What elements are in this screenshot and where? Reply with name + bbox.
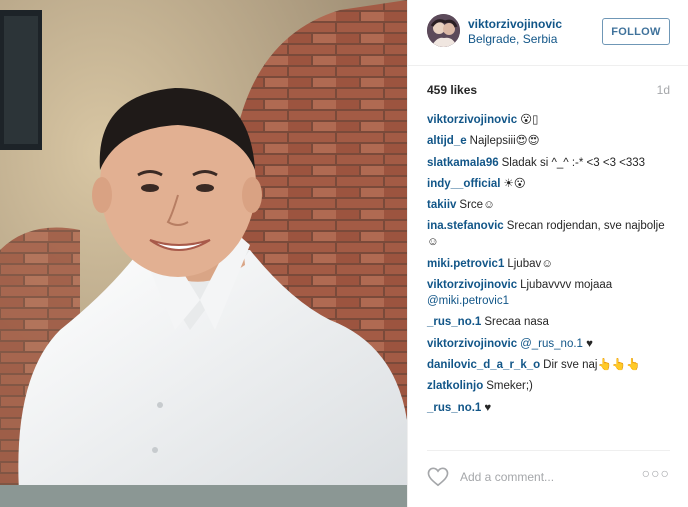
follow-button[interactable]: FOLLOW (602, 18, 670, 45)
comment-username[interactable]: _rus_no.1 (427, 316, 481, 328)
comment-text: Sladak si ^_^ :-* <3 <3 <333 (501, 156, 646, 169)
avatar-image (427, 14, 460, 47)
comment-username[interactable]: danilovic_d_a_r_k_o (427, 359, 540, 371)
post-age[interactable]: 1d (657, 83, 670, 97)
portrait-image (0, 0, 407, 507)
comment-mention[interactable]: @miki.petrovic1 (427, 295, 509, 307)
comment-mention[interactable]: @_rus_no.1 (520, 338, 583, 350)
comment-item: danilovic_d_a_r_k_o Dir sve naj👆👆👆 (427, 357, 672, 373)
comment-username[interactable]: altijd_e (427, 135, 467, 147)
photo-bottom-strip (0, 485, 407, 507)
comment-item: altijd_e Najlepsiii😍😍 (427, 133, 672, 149)
comment-text: Dir sve naj👆👆👆 (543, 358, 641, 371)
comment-text: Srecaa nasa (484, 316, 549, 329)
comment-text: Ljubavvvv mojaaa (520, 279, 613, 292)
comment-username[interactable]: viktorzivojinovic (427, 279, 517, 291)
comment-text: ♥ (484, 401, 492, 414)
comment-username[interactable]: slatkamala96 (427, 157, 499, 169)
comment-text: 😮▯ (520, 114, 539, 126)
comment-username[interactable]: zlatkolinjo (427, 380, 483, 392)
comment-username[interactable]: _rus_no.1 (427, 402, 481, 414)
comment-item: _rus_no.1 Srecaa nasa (427, 314, 672, 330)
post-location[interactable]: Belgrade, Serbia (468, 32, 557, 46)
comment-item: ina.stefanovic Srecan rodjendan, sve najb… (427, 218, 672, 250)
comment-username[interactable]: ina.stefanovic (427, 220, 504, 232)
comment-username[interactable]: indy__official (427, 178, 501, 190)
comment-text: Najlepsiii😍😍 (469, 135, 540, 148)
comment-text: Smeker;) (486, 380, 533, 393)
comment-item: viktorzivojinovic 😮▯ (427, 112, 672, 128)
comment-item: viktorzivojinovic Ljubavvvv mojaaa @miki.… (427, 277, 672, 309)
post-details-panel: viktorzivojinovic Belgrade, Serbia FOLLO… (407, 0, 688, 507)
comment-footer: ○○○ (427, 450, 670, 500)
comment-username[interactable]: viktorzivojinovic (427, 114, 517, 126)
comment-text: ☀😮 (503, 177, 526, 190)
post-stats: 459 likes 1d (427, 83, 670, 97)
comment-username[interactable]: miki.petrovic1 (427, 258, 504, 270)
post-header: viktorzivojinovic Belgrade, Serbia FOLLO… (408, 0, 688, 66)
comment-item: _rus_no.1 ♥ (427, 400, 672, 416)
comment-list: viktorzivojinovic 😮▯ altijd_e Najlepsiii😍😍… (427, 112, 672, 421)
likes-count[interactable]: 459 likes (427, 83, 477, 97)
comment-username[interactable]: viktorzivojinovic (427, 338, 517, 350)
post-author-username[interactable]: viktorzivojinovic (468, 17, 562, 31)
comment-item: indy__official ☀😮 (427, 176, 672, 192)
more-options-icon[interactable]: ○○○ (642, 465, 670, 481)
comment-item: takiiv Srce☺ (427, 197, 672, 213)
add-comment-input[interactable] (460, 468, 630, 486)
comment-username[interactable]: takiiv (427, 199, 456, 211)
comment-text: Ljubav☺ (507, 257, 553, 270)
comment-text: Srce☺ (459, 199, 495, 212)
avatar[interactable] (427, 14, 460, 47)
post-photo[interactable] (0, 0, 407, 507)
comment-item: viktorzivojinovic @_rus_no.1 ♥ (427, 336, 672, 352)
comment-item: miki.petrovic1 Ljubav☺ (427, 256, 672, 272)
comment-text: ♥ (586, 337, 593, 350)
comment-item: slatkamala96 Sladak si ^_^ :-* <3 <3 <333 (427, 155, 672, 171)
comment-item: zlatkolinjo Smeker;) (427, 378, 672, 394)
heart-outline-icon[interactable] (427, 467, 449, 487)
